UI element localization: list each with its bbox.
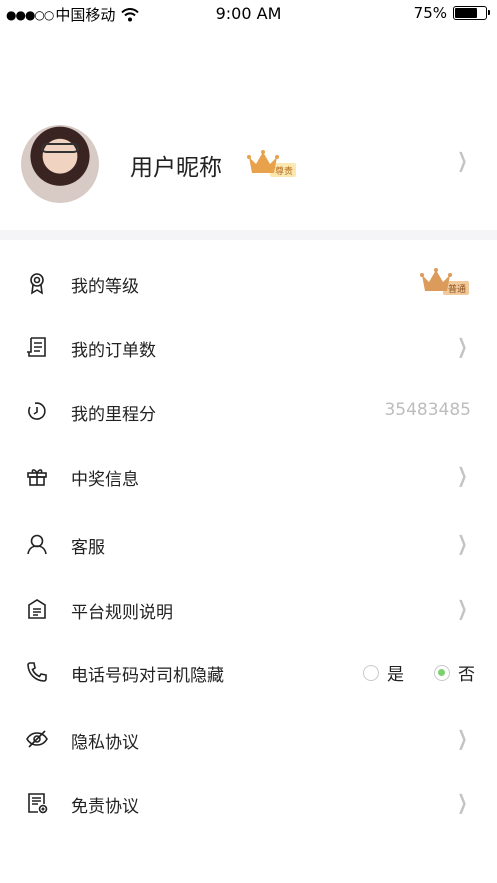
menu-item-orders[interactable]: 我的订单数 ❯: [0, 317, 497, 377]
menu-item-label: 电话号码对司机隐藏: [71, 666, 224, 686]
radio-no-circle: [434, 664, 450, 681]
vip-badge-label: 尊贵: [275, 165, 293, 177]
mileage-points-value: 35483485: [384, 400, 471, 420]
status-bar: ●●●○○ 中国移动 9:00 AM 75%: [0, 0, 497, 30]
medal-icon: [25, 271, 49, 295]
menu-item-mileage[interactable]: 我的里程分 35483485: [0, 381, 497, 441]
clipboard-icon: [25, 791, 49, 815]
chevron-right-icon: ❯: [457, 334, 468, 358]
avatar[interactable]: [21, 125, 99, 203]
radio-no-label: 否: [458, 665, 475, 685]
phone-icon: [25, 660, 49, 684]
battery-percent: 75%: [413, 4, 447, 22]
level-badge-label: 普通: [448, 283, 466, 295]
user-nickname: 用户昵称: [130, 155, 222, 181]
status-right: 75%: [413, 4, 490, 22]
menu-item-label: 我的订单数: [71, 341, 156, 361]
menu-item-platform-rules[interactable]: 平台规则说明 ❯: [0, 579, 497, 639]
menu-item-disclaimer[interactable]: 免责协议 ❯: [0, 773, 497, 833]
menu-item-label: 隐私协议: [71, 733, 139, 753]
battery-fill: [455, 8, 477, 18]
receipt-icon: [25, 335, 49, 359]
menu-item-label: 客服: [71, 538, 105, 558]
vip-crown-badge: 尊贵: [246, 149, 298, 179]
menu-item-label: 平台规则说明: [71, 603, 173, 623]
hide-phone-radio-group: 是 否: [363, 660, 475, 685]
menu-item-label: 我的里程分: [71, 405, 156, 425]
radio-yes[interactable]: 是: [363, 660, 404, 685]
section-divider: [0, 230, 497, 240]
menu-item-label: 我的等级: [71, 277, 139, 297]
chevron-right-icon: ❯: [457, 596, 468, 620]
chevron-right-icon: ❯: [457, 790, 468, 814]
menu-item-label: 中奖信息: [71, 470, 139, 490]
document-icon: [25, 597, 49, 621]
chevron-right-icon: ❯: [457, 726, 468, 750]
chevron-right-icon: ❯: [457, 531, 468, 555]
menu-item-hide-phone: 电话号码对司机隐藏 是 否: [0, 642, 497, 702]
menu-item-level[interactable]: 我的等级 普通: [0, 253, 497, 313]
user-icon: [25, 532, 49, 556]
eye-off-icon: [25, 727, 49, 751]
battery-icon: [453, 6, 490, 20]
chevron-right-icon: ❯: [457, 463, 468, 487]
menu-item-label: 免责协议: [71, 797, 139, 817]
chevron-right-icon: ❯: [457, 148, 468, 172]
radio-no[interactable]: 否: [434, 660, 475, 685]
level-crown-badge: 普通: [419, 267, 471, 297]
radio-yes-circle: [363, 664, 379, 681]
gift-icon: [25, 464, 49, 488]
menu-item-privacy[interactable]: 隐私协议 ❯: [0, 709, 497, 769]
radio-yes-label: 是: [387, 665, 404, 685]
menu-item-customer-service[interactable]: 客服 ❯: [0, 514, 497, 574]
menu-item-prize[interactable]: 中奖信息 ❯: [0, 446, 497, 506]
timer-icon: [25, 399, 49, 423]
profile-header[interactable]: 用户昵称 尊贵 ❯: [0, 110, 497, 220]
